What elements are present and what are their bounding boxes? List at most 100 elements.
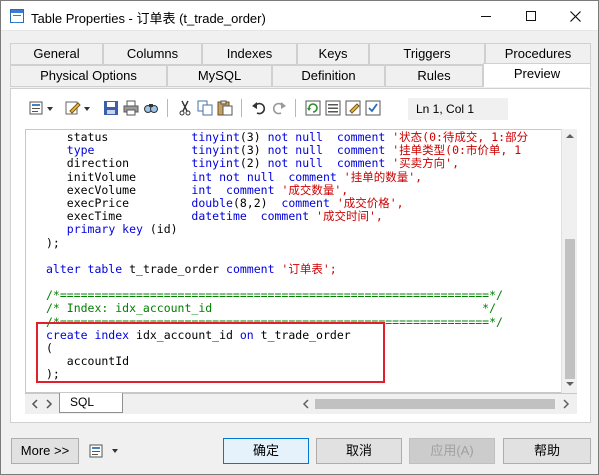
paste-icon[interactable] (217, 100, 233, 116)
code-token: '成交数量', (274, 183, 349, 197)
close-button[interactable] (553, 1, 598, 30)
code-token: comment (288, 170, 337, 184)
help-button[interactable]: 帮助 (503, 438, 591, 464)
toolbar-separator (295, 99, 296, 117)
list-icon[interactable] (325, 100, 341, 116)
tab-definition[interactable]: Definition (272, 65, 385, 87)
code-token: not null (267, 157, 323, 171)
code-token: (id) (142, 223, 178, 237)
scrollbar-thumb[interactable] (565, 239, 575, 379)
copy-icon[interactable] (197, 100, 213, 116)
redo-icon[interactable] (271, 100, 287, 116)
code-token: comment (336, 144, 386, 158)
properties-dropdown-icon[interactable] (47, 107, 53, 111)
edit-dropdown-icon[interactable] (84, 107, 90, 111)
title-bar[interactable]: Table Properties - 订单表 (t_trade_order) (1, 1, 598, 31)
code-token: execVolume (46, 183, 192, 197)
undo-icon[interactable] (251, 100, 267, 116)
scroll-left-icon[interactable] (301, 399, 311, 409)
cut-icon[interactable] (177, 100, 193, 116)
tab-triggers[interactable]: Triggers (369, 43, 485, 65)
tab-indexes[interactable]: Indexes (202, 43, 297, 65)
code-token: '买卖方向', (385, 157, 459, 171)
scroll-up-icon[interactable] (566, 134, 574, 138)
code-token: '成交价格', (329, 196, 404, 210)
code-token: '挂单的数量', (336, 170, 423, 184)
tab-preview[interactable]: Preview (483, 63, 591, 87)
code-token: execTime (46, 210, 192, 224)
properties-icon[interactable] (29, 100, 45, 116)
save-icon[interactable] (103, 100, 119, 116)
cursor-position-indicator: Ln 1, Col 1 (408, 98, 508, 120)
sheet-bar: SQL (25, 393, 577, 414)
horizontal-scrollbar[interactable] (299, 396, 575, 412)
code-token: (8,2) (232, 196, 282, 210)
chevron-down-icon (112, 449, 118, 453)
code-line: /* Index: idx_account_id */ (46, 302, 566, 315)
properties-menu-button[interactable] (85, 438, 125, 464)
code-token: '成交时间', (309, 210, 383, 224)
code-line: execVolume int comment '成交数量', (46, 184, 566, 197)
code-line: ); (46, 237, 566, 250)
tab-physical-options[interactable]: Physical Options (10, 65, 167, 87)
code-token: comment (336, 157, 386, 171)
code-token: comment (226, 262, 275, 276)
vertical-scrollbar[interactable] (561, 129, 577, 393)
code-token: tinyint (191, 131, 240, 144)
print-icon[interactable] (123, 100, 139, 116)
code-line: alter table t_trade_order comment '订单表'; (46, 263, 566, 276)
code-line: /*======================================… (46, 289, 566, 302)
sheet-tab-sql[interactable]: SQL (59, 393, 123, 413)
code-token: (3) (239, 131, 268, 144)
edit-sheet-icon[interactable] (345, 100, 361, 116)
tab-columns[interactable]: Columns (103, 43, 202, 65)
more-button[interactable]: More >> (11, 438, 79, 464)
maximize-button[interactable] (508, 1, 553, 30)
code-token: comment (281, 196, 330, 210)
apply-button[interactable]: 应用(A) (409, 438, 495, 464)
code-token: status (46, 131, 192, 144)
close-icon (570, 10, 581, 22)
preview-toolbar (17, 93, 417, 123)
code-token: direction (46, 157, 192, 171)
code-line: initVolume int not null comment '挂单的数量', (46, 171, 566, 184)
table-properties-window: Table Properties - 订单表 (t_trade_order) G… (0, 0, 599, 475)
cancel-button[interactable]: 取消 (316, 438, 402, 464)
first-sheet-icon[interactable] (29, 397, 41, 411)
code-token: alter table (46, 262, 123, 276)
code-token: execPrice (46, 196, 192, 210)
scroll-down-icon[interactable] (566, 382, 574, 386)
tab-mysql[interactable]: MySQL (167, 65, 272, 87)
code-token: double (191, 196, 233, 210)
code-token: (2) (239, 157, 268, 171)
horizontal-scrollbar-thumb[interactable] (315, 399, 555, 409)
scroll-right-icon[interactable] (561, 399, 571, 409)
code-token: '订单表'; (274, 262, 337, 276)
tab-procedures[interactable]: Procedures (485, 43, 591, 65)
find-icon[interactable] (143, 100, 159, 116)
toolbar-separator (241, 99, 242, 117)
refresh-icon[interactable] (305, 100, 321, 116)
tab-rules[interactable]: Rules (385, 65, 483, 87)
code-token: (3) (239, 144, 268, 158)
minimize-button[interactable] (463, 1, 508, 30)
last-sheet-icon[interactable] (43, 397, 55, 411)
check-icon[interactable] (365, 100, 381, 116)
tab-keys[interactable]: Keys (297, 43, 369, 65)
code-token: tinyint (191, 144, 240, 158)
code-line: direction tinyint(2) not null comment '买… (46, 157, 566, 170)
code-token: t_trade_order (122, 262, 227, 276)
ok-button[interactable]: 确定 (223, 438, 309, 464)
code-token: not null (219, 170, 275, 184)
tab-general[interactable]: General (10, 43, 103, 65)
code-token: int (191, 183, 213, 197)
code-token: /*======================================… (46, 289, 503, 303)
edit-icon[interactable] (65, 100, 81, 116)
